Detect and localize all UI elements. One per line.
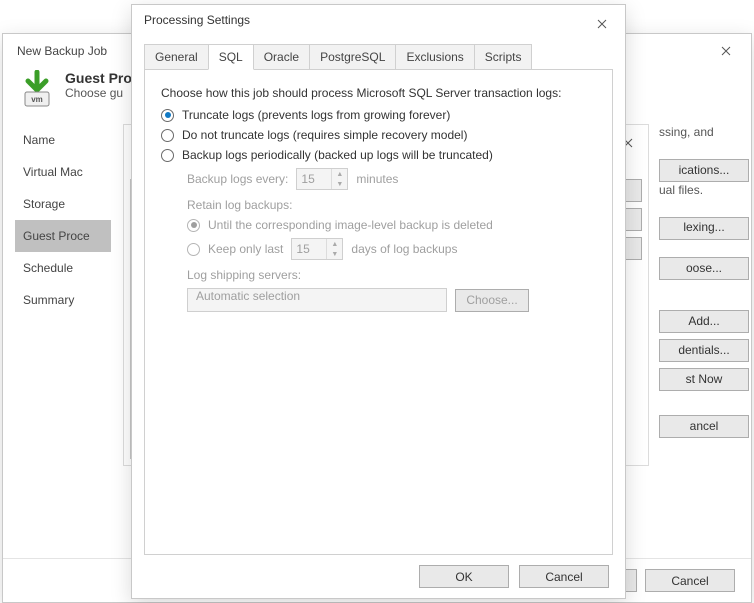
radio-no-truncate[interactable] [161, 129, 174, 142]
credentials-button[interactable]: dentials... [659, 339, 749, 362]
desc-text: ssing, and ications... ual files. lexing… [659, 124, 739, 280]
cancel-button[interactable]: Cancel [519, 565, 609, 588]
dialog-close-icon[interactable] [585, 13, 619, 35]
keep-last-spinner: ▲▼ [291, 238, 343, 260]
tab-sql[interactable]: SQL [208, 44, 254, 70]
nav-item-name[interactable]: Name [15, 124, 111, 156]
wizard-step-subtitle: Choose gu [65, 86, 132, 100]
wizard-nav: Name Virtual Mac Storage Guest Proce Sch… [15, 124, 111, 466]
panel-cancel-button[interactable]: ancel [659, 415, 749, 438]
choose-button-right[interactable]: oose... [659, 257, 749, 280]
chevron-up-icon: ▲ [327, 239, 342, 249]
tab-general[interactable]: General [144, 44, 209, 70]
radio-no-truncate-label: Do not truncate logs (requires simple re… [182, 128, 467, 142]
radio-retain-until-backup-label: Until the corresponding image-level back… [208, 218, 493, 232]
wizard-cancel-button[interactable]: Cancel [645, 569, 735, 592]
radio-backup-periodic-label: Backup logs periodically (backed up logs… [182, 148, 493, 162]
chevron-up-icon[interactable]: ▲ [332, 169, 347, 179]
radio-keep-last [187, 243, 200, 256]
radio-retain-until-backup [187, 219, 200, 232]
backup-every-unit: minutes [356, 172, 398, 186]
log-shipping-input: Automatic selection [187, 288, 447, 312]
tab-body-sql: Choose how this job should process Micro… [144, 69, 613, 555]
backup-every-input[interactable] [297, 172, 331, 186]
ok-button[interactable]: OK [419, 565, 509, 588]
backup-every-label: Backup logs every: [187, 172, 288, 186]
nav-item-storage[interactable]: Storage [15, 188, 111, 220]
processing-settings-dialog: Processing Settings General SQL Oracle P… [131, 4, 626, 599]
svg-text:vm: vm [31, 95, 43, 104]
wizard-window-title: New Backup Job [11, 40, 113, 62]
retain-label: Retain log backups: [187, 198, 596, 212]
nav-item-vm[interactable]: Virtual Mac [15, 156, 111, 188]
sql-intro-text: Choose how this job should process Micro… [161, 86, 596, 100]
tab-strip: General SQL Oracle PostgreSQL Exclusions… [144, 44, 613, 70]
indexing-button[interactable]: lexing... [659, 217, 749, 240]
keep-last-prefix: Keep only last [208, 242, 283, 256]
test-now-button[interactable]: st Now [659, 368, 749, 391]
tab-exclusions[interactable]: Exclusions [395, 44, 474, 70]
radio-truncate-label: Truncate logs (prevents logs from growin… [182, 108, 450, 122]
nav-item-guest[interactable]: Guest Proce [15, 220, 111, 252]
chevron-down-icon[interactable]: ▼ [332, 179, 347, 189]
credentials-add-button[interactable]: Add... [659, 310, 749, 333]
log-shipping-label: Log shipping servers: [187, 268, 596, 282]
keep-last-suffix: days of log backups [351, 242, 457, 256]
tab-oracle[interactable]: Oracle [253, 44, 310, 70]
wizard-step-title: Guest Pro [65, 70, 132, 86]
radio-truncate[interactable] [161, 109, 174, 122]
choose-button: Choose... [455, 289, 529, 312]
close-icon[interactable] [709, 40, 743, 62]
radio-backup-periodic[interactable] [161, 149, 174, 162]
keep-last-input [292, 242, 326, 256]
dialog-title: Processing Settings [144, 13, 250, 27]
backup-every-spinner[interactable]: ▲▼ [296, 168, 348, 190]
chevron-down-icon: ▼ [327, 249, 342, 259]
nav-item-summary[interactable]: Summary [15, 284, 111, 316]
nav-item-schedule[interactable]: Schedule [15, 252, 111, 284]
applications-button[interactable]: ications... [659, 159, 749, 182]
wizard-step-icon: vm [17, 70, 57, 110]
tab-scripts[interactable]: Scripts [474, 44, 533, 70]
tab-postgresql[interactable]: PostgreSQL [309, 44, 396, 70]
